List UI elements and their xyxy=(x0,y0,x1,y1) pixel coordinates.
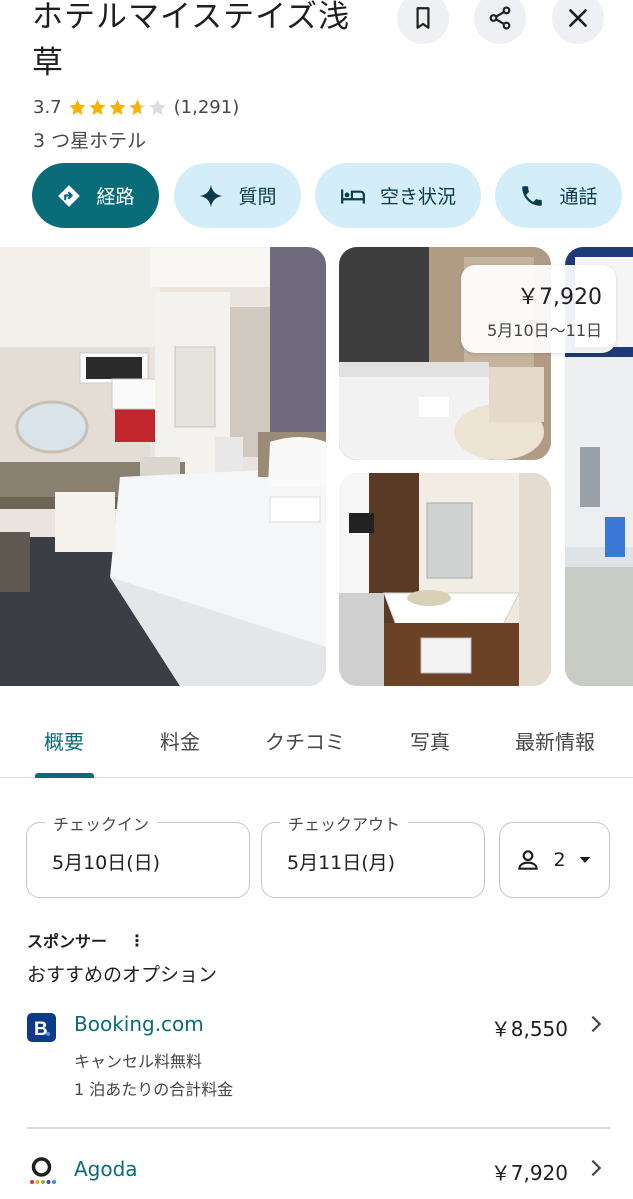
call-button[interactable]: 通話 xyxy=(495,163,622,228)
photo-price-dates: 5月10日～11日 xyxy=(487,321,602,340)
rating-stars xyxy=(68,98,168,117)
chevron-right-icon[interactable] xyxy=(585,1013,607,1035)
page-title: ホテルマイステイズ浅草 xyxy=(32,0,351,81)
tab-prices[interactable]: 料金 xyxy=(160,726,200,755)
save-button[interactable] xyxy=(397,0,449,44)
svg-text:B: B xyxy=(34,1019,48,1040)
star-icon xyxy=(69,99,86,115)
provider-note-total: 1 泊あたりの合計料金 xyxy=(74,1080,234,1099)
active-tab-indicator xyxy=(35,773,94,778)
room-photo-image xyxy=(0,247,326,686)
guest-count: 2 xyxy=(553,849,566,871)
booking-logo-icon: B xyxy=(27,1013,56,1042)
ask-button[interactable]: 質問 xyxy=(174,163,301,228)
sponsor-label: スポンサー ⋮ xyxy=(27,930,146,952)
sink-photo-image xyxy=(339,473,551,686)
close-button[interactable] xyxy=(552,0,604,44)
photo-price: ￥7,920 xyxy=(517,285,602,310)
divider xyxy=(27,1127,610,1129)
more-vert-icon[interactable]: ⋮ xyxy=(129,931,145,950)
sparkle-icon xyxy=(200,184,223,207)
price-tag[interactable]: ￥7,920 5月10日～11日 xyxy=(461,265,616,353)
checkout-label: チェックアウト xyxy=(280,811,409,835)
checkin-field[interactable]: チェックイン 5月10日(日) xyxy=(26,811,250,898)
tab-photos[interactable]: 写真 xyxy=(410,726,450,755)
provider-note-cancel: キャンセル料無料 xyxy=(74,1052,203,1071)
recommended-heading: おすすめのオプション xyxy=(27,964,218,986)
dropdown-arrow-icon xyxy=(579,857,590,863)
photo-sink[interactable] xyxy=(339,473,551,686)
provider-name-agoda[interactable]: Agoda xyxy=(74,1157,138,1181)
rating-row[interactable]: 3.7 (1,291) xyxy=(33,94,239,120)
agoda-logo-icon xyxy=(27,1156,56,1185)
bed-icon xyxy=(341,189,365,204)
star-icon xyxy=(109,99,126,115)
directions-button[interactable]: 経路 xyxy=(32,163,159,228)
rating-value: 3.7 xyxy=(33,96,62,118)
guest-selector[interactable]: 2 xyxy=(499,822,610,898)
close-icon xyxy=(569,9,587,27)
share-button[interactable] xyxy=(474,0,526,44)
chevron-right-icon[interactable] xyxy=(585,1157,607,1179)
phone-icon xyxy=(522,185,543,206)
checkin-label: チェックイン xyxy=(45,811,158,835)
star-icon xyxy=(129,99,146,115)
tab-reviews[interactable]: クチコミ xyxy=(265,726,345,755)
share-icon xyxy=(489,6,511,30)
checkin-value: 5月10日(日) xyxy=(52,852,161,874)
bookmark-icon xyxy=(416,7,430,29)
star-icon xyxy=(149,99,166,115)
photo-room[interactable] xyxy=(0,247,326,686)
star-icon xyxy=(89,99,106,115)
provider-price-booking[interactable]: ￥8,550 xyxy=(470,1013,568,1042)
tab-bar: 概要 料金 クチコミ 写真 最新情報 xyxy=(0,700,633,778)
provider-name-booking[interactable]: Booking.com xyxy=(74,1012,204,1036)
tab-overview[interactable]: 概要 xyxy=(44,726,84,755)
checkout-value: 5月11日(月) xyxy=(287,852,396,874)
review-count: (1,291) xyxy=(173,96,240,118)
directions-icon xyxy=(58,184,81,207)
person-icon xyxy=(518,850,539,870)
checkout-field[interactable]: チェックアウト 5月11日(月) xyxy=(261,811,485,898)
provider-price-agoda[interactable]: ￥7,920 xyxy=(470,1157,568,1186)
tab-updates[interactable]: 最新情報 xyxy=(515,726,595,755)
hotel-category: 3 つ星ホテル xyxy=(33,130,147,152)
availability-button[interactable]: 空き状況 xyxy=(315,163,481,228)
